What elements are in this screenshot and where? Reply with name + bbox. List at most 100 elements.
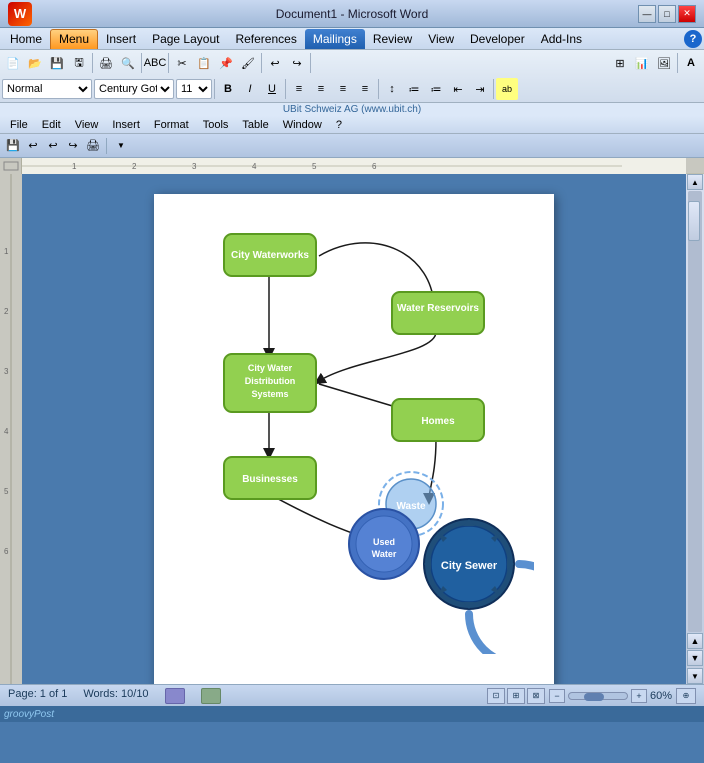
qa-print-button[interactable]: 🖨	[84, 137, 102, 155]
indent-less-button[interactable]: ⇤	[447, 78, 469, 100]
filemenu-edit[interactable]: Edit	[36, 118, 67, 132]
tab-review[interactable]: Review	[365, 29, 420, 49]
sep7	[214, 79, 215, 99]
sep8	[285, 79, 286, 99]
font-select[interactable]: Century Goth	[94, 79, 174, 99]
scroll-next-page-button[interactable]: ▼	[687, 650, 703, 666]
style-select[interactable]: Normal	[2, 79, 92, 99]
numbering-button[interactable]: ≔	[425, 78, 447, 100]
save-as-button[interactable]: 🖫	[68, 52, 90, 74]
scroll-down-button[interactable]: ▼	[687, 668, 703, 684]
toolbar-row-2: Normal Century Goth 11 B I U ≡ ≡ ≡ ≡ ↕ ≔…	[0, 76, 704, 102]
tab-mailings[interactable]: Mailings	[305, 29, 365, 49]
language-icon[interactable]	[165, 688, 185, 704]
app-icon: W	[8, 2, 32, 26]
align-center-button[interactable]: ≡	[310, 78, 332, 100]
toolbar: 📄 📂 💾 🖫 🖨 🔍 ABC ✂ 📋 📌 🖌 ↩ ↪ ⊞ 📊 🖼 A Norm…	[0, 50, 704, 103]
bullets-button[interactable]: ≔	[403, 78, 425, 100]
svg-text:Used: Used	[373, 537, 395, 547]
tab-developer[interactable]: Developer	[462, 29, 533, 49]
scroll-thumb[interactable]	[688, 201, 700, 241]
tab-references[interactable]: References	[227, 29, 304, 49]
new-button[interactable]: 📄	[2, 52, 24, 74]
tab-view[interactable]: View	[420, 29, 462, 49]
full-screen-button[interactable]: ⊞	[507, 688, 525, 704]
filemenu-file[interactable]: File	[4, 118, 34, 132]
filemenu-view[interactable]: View	[69, 118, 105, 132]
svg-text:City Waterworks: City Waterworks	[231, 250, 309, 261]
italic-button[interactable]: I	[239, 78, 261, 100]
tab-menu[interactable]: Menu	[50, 29, 98, 49]
qa-undo2-button[interactable]: ↩	[44, 137, 62, 155]
format-painter-button[interactable]: 🖌	[237, 52, 259, 74]
view-buttons: ⊡ ⊞ ⊠	[487, 688, 545, 704]
zoom-out-button[interactable]: −	[549, 689, 565, 703]
svg-text:3: 3	[4, 367, 9, 376]
sep2	[141, 53, 142, 73]
print-layout-button[interactable]: ⊡	[487, 688, 505, 704]
insert-table-button[interactable]: ⊞	[609, 52, 631, 74]
scroll-track	[688, 191, 702, 632]
insert-chart-button[interactable]: 📊	[631, 52, 653, 74]
qa-redo-button[interactable]: ↪	[64, 137, 82, 155]
tab-insert[interactable]: Insert	[98, 29, 144, 49]
cut-button[interactable]: ✂	[171, 52, 193, 74]
tab-page-layout[interactable]: Page Layout	[144, 29, 227, 49]
bold-button[interactable]: B	[217, 78, 239, 100]
proofing-icon[interactable]	[201, 688, 221, 704]
status-bar: Page: 1 of 1 Words: 10/10 ⊡ ⊞ ⊠ − + 60% …	[0, 684, 704, 706]
svg-text:6: 6	[4, 547, 9, 556]
size-select[interactable]: 11	[176, 79, 212, 99]
qa-save-button[interactable]: 💾	[4, 137, 22, 155]
highlight-button[interactable]: ab	[496, 78, 518, 100]
status-right: ⊡ ⊞ ⊠ − + 60% ⊕	[487, 688, 696, 704]
paste-button[interactable]: 📌	[215, 52, 237, 74]
underline-button[interactable]: U	[261, 78, 283, 100]
filemenu-help[interactable]: ?	[330, 118, 348, 132]
sep3	[168, 53, 169, 73]
align-right-button[interactable]: ≡	[332, 78, 354, 100]
filemenu-format[interactable]: Format	[148, 118, 195, 132]
zoom-in-button[interactable]: +	[631, 689, 647, 703]
tab-home[interactable]: Home	[2, 29, 50, 49]
svg-text:5: 5	[312, 162, 317, 171]
toolbar-row-1: 📄 📂 💾 🖫 🖨 🔍 ABC ✂ 📋 📌 🖌 ↩ ↪ ⊞ 📊 🖼 A	[0, 50, 704, 76]
print-preview-button[interactable]: 🔍	[117, 52, 139, 74]
maximize-button[interactable]: □	[658, 5, 676, 23]
justify-button[interactable]: ≡	[354, 78, 376, 100]
scroll-up-button[interactable]: ▲	[687, 174, 703, 190]
help-icon[interactable]: ?	[684, 30, 702, 48]
svg-text:1: 1	[72, 162, 77, 171]
copy-button[interactable]: 📋	[193, 52, 215, 74]
open-button[interactable]: 📂	[24, 52, 46, 74]
fit-page-button[interactable]: ⊕	[676, 688, 696, 704]
filemenu-insert[interactable]: Insert	[106, 118, 146, 132]
svg-text:Water: Water	[372, 549, 397, 559]
filemenu-window[interactable]: Window	[277, 118, 328, 132]
align-left-button[interactable]: ≡	[288, 78, 310, 100]
scroll-nav-buttons: ▲ ▼	[687, 633, 703, 666]
file-menu-row: File Edit View Insert Format Tools Table…	[0, 116, 704, 134]
redo-button[interactable]: ↪	[286, 52, 308, 74]
filemenu-tools[interactable]: Tools	[197, 118, 235, 132]
line-spacing-button[interactable]: ↕	[381, 78, 403, 100]
web-layout-button[interactable]: ⊠	[527, 688, 545, 704]
print-button[interactable]: 🖨	[95, 52, 117, 74]
sep10	[493, 79, 494, 99]
insert-picture-button[interactable]: 🖼	[653, 52, 675, 74]
minimize-button[interactable]: —	[638, 5, 656, 23]
font-color-button[interactable]: A	[680, 52, 702, 74]
save-button[interactable]: 💾	[46, 52, 68, 74]
indent-more-button[interactable]: ⇥	[469, 78, 491, 100]
zoom-slider[interactable]	[568, 692, 628, 700]
filemenu-table[interactable]: Table	[236, 118, 274, 132]
main-area: 1 2 3 4 5 6	[0, 174, 704, 684]
close-button[interactable]: ✕	[678, 5, 696, 23]
tab-add-ins[interactable]: Add-Ins	[533, 29, 590, 49]
spell-button[interactable]: ABC	[144, 52, 166, 74]
page-info: Page: 1 of 1	[8, 688, 67, 704]
undo-button[interactable]: ↩	[264, 52, 286, 74]
scroll-prev-page-button[interactable]: ▲	[687, 633, 703, 649]
qa-customize-button[interactable]: ▼	[114, 137, 128, 155]
qa-undo-button[interactable]: ↩	[24, 137, 42, 155]
